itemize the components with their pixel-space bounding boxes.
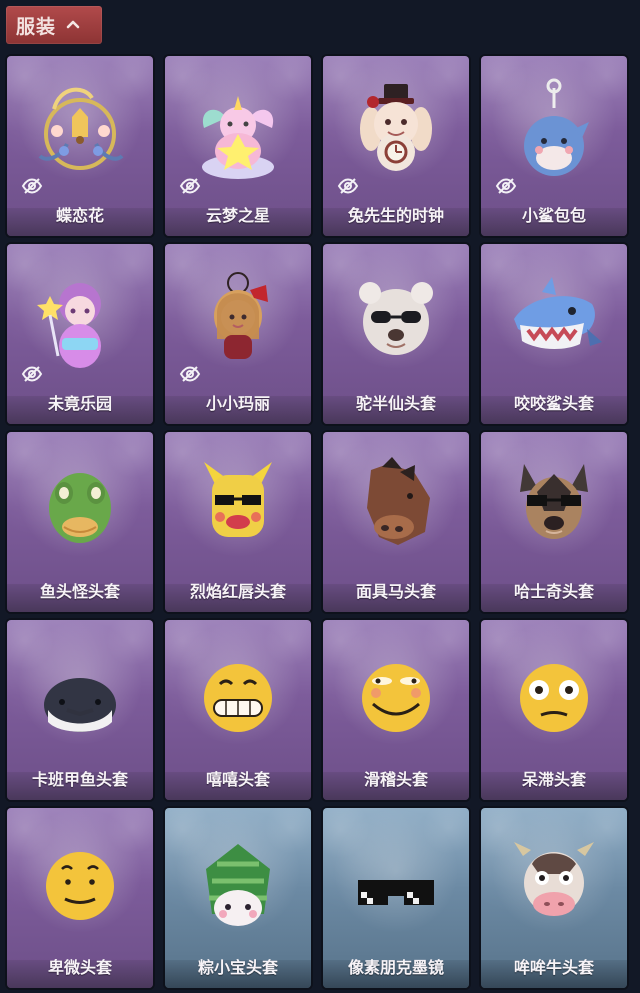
- dog-head-icon: [520, 464, 588, 539]
- costume-card[interactable]: 未竟乐园: [7, 244, 153, 424]
- category-header[interactable]: 服装: [6, 6, 102, 44]
- item-label: 烈焰红唇头套: [189, 582, 286, 601]
- item-label: 呆滞头套: [521, 770, 586, 789]
- item-label: 面具马头套: [355, 582, 436, 601]
- item-label: 咬咬鲨头套: [513, 394, 594, 413]
- costume-card[interactable]: 哈士奇头套: [481, 432, 627, 612]
- costume-card[interactable]: 卑微头套: [7, 808, 153, 988]
- costume-card[interactable]: 烈焰红唇头套: [165, 432, 311, 612]
- item-label: 哞哞牛头套: [513, 958, 594, 977]
- hidden-eye-icon: [337, 178, 359, 194]
- item-label: 驼半仙头套: [355, 394, 436, 413]
- category-title: 服装: [16, 15, 57, 38]
- chevron-up-icon: [66, 20, 80, 29]
- item-label: 卑微头套: [47, 958, 112, 977]
- item-label: 像素朋克墨镜: [347, 958, 444, 977]
- horse-head-icon: [367, 457, 430, 545]
- hidden-eye-icon: [21, 366, 43, 382]
- cow-head-icon: [514, 842, 594, 916]
- item-label: 粽小宝头套: [197, 958, 278, 977]
- costume-card[interactable]: 咬咬鲨头套: [481, 244, 627, 424]
- costume-card[interactable]: 面具马头套: [323, 432, 469, 612]
- zongzi-head-icon: [206, 844, 270, 926]
- item-label: 哈士奇头套: [513, 582, 594, 601]
- item-label: 滑稽头套: [363, 770, 428, 789]
- costume-card[interactable]: 兔先生的时钟: [323, 56, 469, 236]
- item-label: 卡班甲鱼头套: [31, 770, 128, 789]
- costume-card[interactable]: 卡班甲鱼头套: [7, 620, 153, 800]
- costume-card[interactable]: 像素朋克墨镜: [323, 808, 469, 988]
- costume-panel: 服装 蝶恋花 云梦之星 兔先生的时钟 小鲨包包未竟乐园 小小玛丽 驼半仙头套 咬咬鲨头套鱼头…: [0, 0, 640, 993]
- item-label: 蝶恋花: [55, 206, 104, 225]
- fish-head-icon: [49, 473, 111, 543]
- item-label: 云梦之星: [205, 206, 270, 225]
- grin-face-icon: [204, 664, 272, 732]
- item-label: 嘻嘻头套: [205, 770, 270, 789]
- item-label: 鱼头怪头套: [39, 582, 120, 601]
- item-label: 小小玛丽: [205, 394, 270, 413]
- costume-card[interactable]: 呆滞头套: [481, 620, 627, 800]
- smirk-face-icon: [362, 664, 430, 732]
- polar-bear-sunglasses-icon: [359, 282, 433, 355]
- dazed-face-icon: [520, 664, 588, 732]
- costume-card[interactable]: 小鲨包包: [481, 56, 627, 236]
- costume-card[interactable]: 蝶恋花: [7, 56, 153, 236]
- hidden-eye-icon: [495, 178, 517, 194]
- yellow-mascot-icon: [204, 462, 272, 537]
- shark-head-icon: [514, 277, 602, 350]
- item-label: 兔先生的时钟: [347, 206, 444, 225]
- hidden-eye-icon: [179, 366, 201, 382]
- whale-head-icon: [44, 678, 116, 732]
- sad-smile-face-icon: [46, 852, 114, 920]
- costume-card[interactable]: 云梦之星: [165, 56, 311, 236]
- item-label: 小鲨包包: [521, 206, 586, 225]
- costume-card[interactable]: 哞哞牛头套: [481, 808, 627, 988]
- costume-card[interactable]: 嘻嘻头套: [165, 620, 311, 800]
- costume-card[interactable]: 鱼头怪头套: [7, 432, 153, 612]
- pixel-sunglasses-icon: [358, 880, 434, 905]
- hidden-eye-icon: [179, 178, 201, 194]
- costume-card[interactable]: 小小玛丽: [165, 244, 311, 424]
- item-label: 未竟乐园: [47, 394, 112, 413]
- costume-card[interactable]: 驼半仙头套: [323, 244, 469, 424]
- hidden-eye-icon: [21, 178, 43, 194]
- costume-card[interactable]: 滑稽头套: [323, 620, 469, 800]
- costume-card[interactable]: 粽小宝头套: [165, 808, 311, 988]
